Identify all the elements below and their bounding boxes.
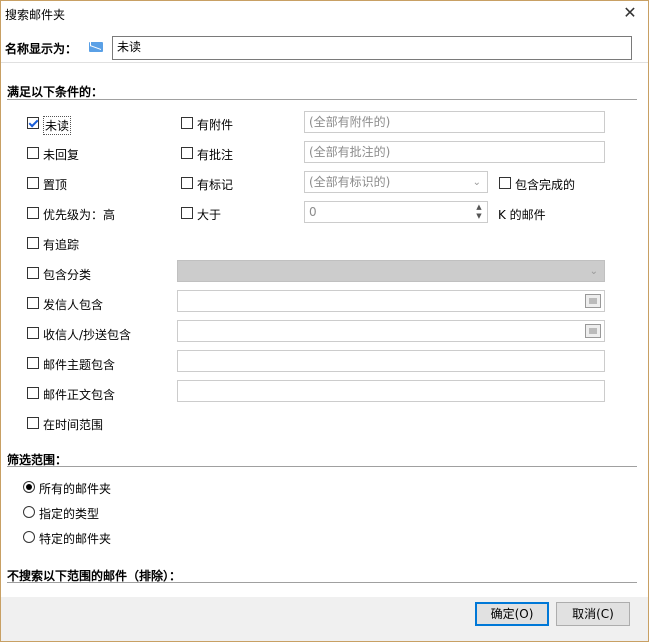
tracked-label[interactable]: 有追踪 xyxy=(43,236,79,253)
size-checkbox[interactable] xyxy=(181,207,193,219)
pinned-checkbox[interactable] xyxy=(27,177,39,189)
size-label[interactable]: 大于 xyxy=(197,206,221,223)
category-select[interactable]: ⌄ xyxy=(177,260,605,282)
include-done-checkbox[interactable] xyxy=(499,177,511,189)
unread-label[interactable]: 未读 xyxy=(43,116,72,135)
tracked-checkbox[interactable] xyxy=(27,237,39,249)
title-bar: 搜索邮件夹 ✕ xyxy=(1,1,648,27)
address-book-icon[interactable] xyxy=(585,294,601,308)
pinned-label[interactable]: 置顶 xyxy=(43,176,67,193)
body-input[interactable] xyxy=(177,380,605,402)
conditions-divider xyxy=(7,99,637,100)
category-label[interactable]: 包含分类 xyxy=(43,266,91,283)
name-label: 名称显示为： xyxy=(5,42,78,56)
chevron-down-icon: ⌄ xyxy=(589,266,598,277)
specified-folders-radio[interactable] xyxy=(23,531,35,543)
scope-divider xyxy=(7,466,637,467)
annotation-checkbox[interactable] xyxy=(181,147,193,159)
exclude-divider xyxy=(7,582,637,583)
attachment-label[interactable]: 有附件 xyxy=(197,116,233,133)
recipient-label[interactable]: 收信人/抄送包含 xyxy=(43,326,131,343)
specified-folders-label[interactable]: 特定的邮件夹 xyxy=(39,530,111,547)
conditions-header: 满足以下条件的： xyxy=(7,85,104,99)
stepper-up-icon[interactable]: ▲ xyxy=(472,203,486,212)
unreplied-checkbox[interactable] xyxy=(27,147,39,159)
dialog-footer: 确定(O) 取消(C) xyxy=(1,597,648,641)
time-range-label[interactable]: 在时间范围 xyxy=(43,416,103,433)
recipient-checkbox[interactable] xyxy=(27,327,39,339)
all-folders-label[interactable]: 所有的邮件夹 xyxy=(39,480,111,497)
size-unit-label: K 的邮件 xyxy=(498,208,546,222)
subject-input[interactable] xyxy=(177,350,605,372)
size-stepper[interactable]: ▲ ▼ xyxy=(472,203,486,221)
flag-select[interactable]: (全部有标识的) ⌄ xyxy=(304,171,488,193)
ok-button[interactable]: 确定(O) xyxy=(475,602,549,626)
window-title: 搜索邮件夹 xyxy=(5,8,66,22)
unread-checkbox[interactable] xyxy=(27,117,39,129)
annotation-field[interactable]: (全部有批注的) xyxy=(304,141,605,163)
attachment-field[interactable]: (全部有附件的) xyxy=(304,111,605,133)
subject-label[interactable]: 邮件主题包含 xyxy=(43,356,115,373)
body-checkbox[interactable] xyxy=(27,387,39,399)
chevron-down-icon: ⌄ xyxy=(472,177,481,188)
specified-types-label[interactable]: 指定的类型 xyxy=(39,505,99,522)
close-icon[interactable]: ✕ xyxy=(620,3,640,23)
specified-types-radio[interactable] xyxy=(23,506,35,518)
address-book-icon[interactable] xyxy=(585,324,601,338)
recipient-input[interactable] xyxy=(177,320,605,342)
cancel-button[interactable]: 取消(C) xyxy=(556,602,630,626)
priority-checkbox[interactable] xyxy=(27,207,39,219)
flag-select-value: (全部有标识的) xyxy=(309,175,391,189)
divider xyxy=(1,62,648,63)
flag-checkbox[interactable] xyxy=(181,177,193,189)
annotation-label[interactable]: 有批注 xyxy=(197,146,233,163)
size-input[interactable]: 0 ▲ ▼ xyxy=(304,201,488,223)
time-range-checkbox[interactable] xyxy=(27,417,39,429)
include-done-label[interactable]: 包含完成的 xyxy=(515,176,575,193)
attachment-checkbox[interactable] xyxy=(181,117,193,129)
mail-icon xyxy=(89,42,103,52)
body-label[interactable]: 邮件正文包含 xyxy=(43,386,115,403)
priority-label[interactable]: 优先级为：高 xyxy=(43,206,115,223)
all-folders-radio[interactable] xyxy=(23,481,35,493)
subject-checkbox[interactable] xyxy=(27,357,39,369)
flag-label[interactable]: 有标记 xyxy=(197,176,233,193)
sender-input[interactable] xyxy=(177,290,605,312)
stepper-down-icon[interactable]: ▼ xyxy=(472,212,486,221)
size-value: 0 xyxy=(309,205,317,219)
sender-checkbox[interactable] xyxy=(27,297,39,309)
category-checkbox[interactable] xyxy=(27,267,39,279)
unreplied-label[interactable]: 未回复 xyxy=(43,146,79,163)
name-input[interactable]: 未读 xyxy=(112,36,632,60)
search-folder-dialog: 搜索邮件夹 ✕ 名称显示为： 未读 满足以下条件的： 未读 未回复 置顶 优先级… xyxy=(0,0,649,642)
sender-label[interactable]: 发信人包含 xyxy=(43,296,103,313)
